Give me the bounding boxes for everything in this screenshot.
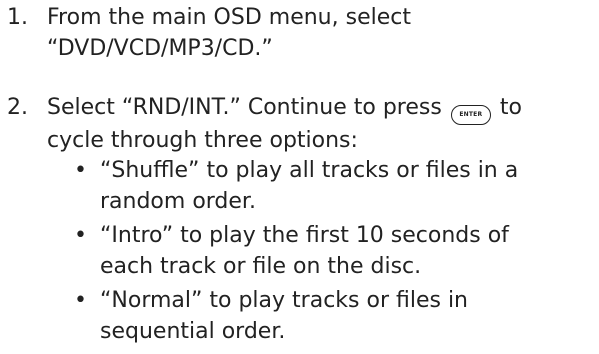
step-text: Select “RND/INT.” Continue to press ENTE… — [47, 92, 599, 156]
step-text-before-button: Select “RND/INT.” Continue to press — [47, 95, 442, 120]
list-item-line: sequential order. — [100, 319, 286, 344]
step-line: cycle through three options: — [47, 128, 358, 153]
step-line: From the main OSD menu, select — [47, 5, 411, 30]
step-text-after-button: to — [499, 95, 522, 120]
step-text: From the main OSD menu, select “DVD/VCD/… — [47, 2, 599, 64]
step-line: Select “RND/INT.” Continue to press ENTE… — [47, 92, 599, 125]
list-item-line: “Normal” to play tracks or files in — [100, 288, 468, 313]
enter-button-icon: ENTER — [450, 105, 491, 125]
bullet-icon: • — [74, 158, 87, 183]
bullet-icon: • — [74, 223, 87, 248]
step-line: “DVD/VCD/MP3/CD.” — [47, 36, 273, 61]
list-item-line: “Intro” to play the first 10 seconds of — [100, 223, 509, 248]
list-item-text: “Normal” to play tracks or files in sequ… — [100, 285, 468, 347]
list-item-text: “Shuffle” to play all tracks or files in… — [100, 155, 518, 217]
list-item-line: “Shuffle” to play all tracks or files in… — [100, 158, 519, 183]
bullet-icon: • — [74, 288, 87, 313]
step-number: 2. — [7, 95, 28, 120]
list-item-line: random order. — [100, 189, 256, 214]
step-number: 1. — [7, 5, 28, 30]
list-item-text: “Intro” to play the first 10 seconds of … — [100, 220, 509, 282]
list-item-line: each track or file on the disc. — [100, 254, 422, 279]
